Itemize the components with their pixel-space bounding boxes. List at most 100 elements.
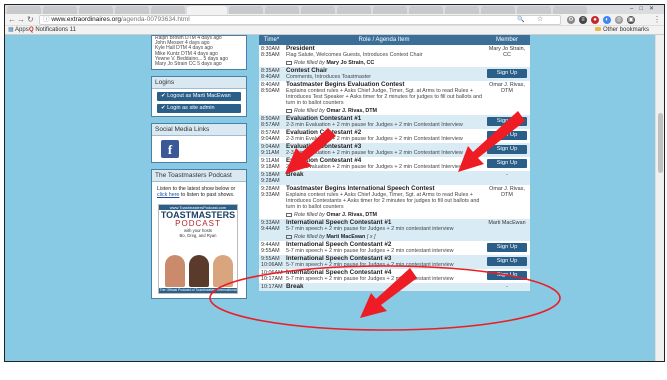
- browser-tab[interactable]: [481, 6, 515, 14]
- browser-tab[interactable]: [7, 6, 41, 14]
- member-cell: Sign Up: [484, 269, 530, 283]
- role-cell: International Speech Contestant #2 5-7 mi…: [284, 241, 484, 255]
- email-icon[interactable]: [286, 108, 292, 113]
- menu-icon[interactable]: ⋮: [653, 15, 661, 25]
- role-description: 2-3 min Evaluation + 2 min pause for Jud…: [286, 164, 463, 170]
- agenda-row: 9:11AM 9:18AM Evaluation Contestant #4 2-3 …: [259, 157, 530, 171]
- sign-up-button[interactable]: Sign Up: [487, 257, 527, 266]
- role-description: 5-7 min speech + 2 min pause for Judges …: [286, 248, 454, 254]
- member-cell: Sign Up: [484, 143, 530, 157]
- member-cell: Sign Up: [484, 115, 530, 129]
- sign-up-button[interactable]: Sign Up: [487, 159, 527, 168]
- scrollbar-thumb[interactable]: [658, 113, 663, 173]
- end-time: 9:44AM: [261, 226, 280, 232]
- role-cell: Toastmaster Begins Evaluation Contest Exp…: [284, 81, 484, 115]
- member-name: Omar J. Rivas, DTM: [489, 82, 525, 94]
- role-cell: Evaluation Contestant #1 2-3 min Evaluati…: [284, 115, 484, 129]
- extension-icon[interactable]: ⚙: [567, 16, 575, 24]
- agenda-table: Time* Role / Agenda Item Member 8:30AM 8:…: [259, 35, 530, 291]
- sign-up-button[interactable]: Sign Up: [487, 131, 527, 140]
- member-name: Marti MacEwan: [488, 220, 526, 226]
- member-cell: Sign Up: [484, 67, 530, 81]
- role-title: Break: [286, 283, 304, 290]
- sign-up-button[interactable]: Sign Up: [487, 243, 527, 252]
- facebook-icon[interactable]: f: [161, 140, 179, 159]
- agenda-row: 9:18AM 9:28AM Break -: [259, 171, 530, 185]
- agenda-row: 9:33AM 9:44AM International Speech Contest…: [259, 219, 530, 241]
- member-cell: Omar J. Rivas, DTM: [484, 81, 530, 115]
- url-field[interactable]: ⓘ www.extraordinaires.org/agenda-0079363…: [39, 15, 561, 25]
- browser-window: –□✕ ← → ↻ ⓘ www.extraordinaires.org/agen…: [4, 4, 665, 362]
- role-cell: International Speech Contestant #3 5-7 mi…: [284, 255, 484, 269]
- time-cell: 9:11AM 9:18AM: [259, 157, 284, 171]
- sign-up-button[interactable]: Sign Up: [487, 271, 527, 280]
- role-description: 5-7 min speech + 2 min pause for Judges …: [286, 276, 454, 282]
- browser-tab[interactable]: [409, 6, 443, 14]
- email-icon[interactable]: [286, 212, 292, 217]
- email-icon[interactable]: [286, 234, 292, 239]
- browser-tab-active[interactable]: [187, 6, 227, 14]
- col-time-header: Time*: [259, 35, 284, 45]
- end-time: 8:40AM: [261, 74, 280, 80]
- podcast-panel: The Toastmasters Podcast Listen to the l…: [151, 169, 247, 300]
- time-cell: 9:33AM 9:44AM: [259, 219, 284, 241]
- role-cell: Evaluation Contestant #3 2-3 min Evaluati…: [284, 143, 484, 157]
- browser-tab[interactable]: [115, 6, 149, 14]
- browser-tab[interactable]: [229, 6, 263, 14]
- other-bookmarks[interactable]: Other bookmarks: [595, 26, 649, 35]
- logins-heading: Logins: [152, 77, 246, 90]
- window-controls[interactable]: –□✕: [630, 5, 660, 12]
- sign-up-button[interactable]: Sign Up: [487, 69, 527, 78]
- time-cell: 9:28AM 9:33AM: [259, 185, 284, 219]
- browser-tab[interactable]: [553, 6, 587, 14]
- agenda-body: 8:30AM 8:35AM President Flag Salute, Welcom…: [259, 45, 530, 291]
- browser-tab[interactable]: [265, 6, 299, 14]
- reload-icon[interactable]: ↻: [27, 15, 34, 25]
- sign-up-button[interactable]: Sign Up: [487, 145, 527, 154]
- logout-button[interactable]: ✔ Logout as Marti MacEwan: [157, 92, 241, 102]
- zoom-icon[interactable]: 🔍: [517, 15, 524, 25]
- extension-icon[interactable]: ◐: [603, 16, 611, 24]
- member-name: Omar J. Rivas, DTM: [489, 186, 525, 198]
- extension-icon[interactable]: ◎: [615, 16, 623, 24]
- browser-tab[interactable]: [517, 6, 551, 14]
- member-cell: Sign Up: [484, 129, 530, 143]
- podcast-link[interactable]: click here: [157, 192, 179, 198]
- time-cell: 10:17AM: [259, 283, 284, 291]
- star-icon[interactable]: ☆: [537, 15, 543, 25]
- role-cell: Break: [284, 171, 484, 185]
- agenda-row: 8:35AM 8:40AM Contest Chair Comments, Intro…: [259, 67, 530, 81]
- podcast-banner[interactable]: www.ToastmastersPodcast.com TOASTMASTERS…: [158, 204, 238, 295]
- remove-role-link[interactable]: [ x ]: [367, 234, 376, 240]
- login-admin-button[interactable]: ✔ Login as site admin: [157, 104, 241, 114]
- extension-icon[interactable]: ▣: [627, 16, 635, 24]
- browser-tab[interactable]: [301, 6, 335, 14]
- host-photo: [213, 255, 233, 288]
- browser-tab[interactable]: [373, 6, 407, 14]
- extension-icon[interactable]: ●: [591, 16, 599, 24]
- time-cell: 8:30AM 8:35AM: [259, 45, 284, 67]
- member-cell: Sign Up: [484, 157, 530, 171]
- role-description: Comments, Introduces Toastmaster: [286, 74, 371, 80]
- email-icon[interactable]: [286, 60, 292, 65]
- browser-tab[interactable]: [337, 6, 371, 14]
- browser-tab[interactable]: [43, 6, 77, 14]
- logins-panel: Logins ✔ Logout as Marti MacEwan ✔ Login…: [151, 76, 247, 118]
- browser-tab[interactable]: [445, 6, 479, 14]
- vertical-scrollbar[interactable]: [655, 35, 664, 361]
- agenda-row: 8:40AM 8:50AM Toastmaster Begins Evaluatio…: [259, 81, 530, 115]
- browser-tab[interactable]: [79, 6, 113, 14]
- col-member-header: Member: [484, 35, 530, 45]
- agenda-row: 8:50AM 8:57AM Evaluation Contestant #1 2-3 …: [259, 115, 530, 129]
- member-cell: Omar J. Rivas, DTM: [484, 185, 530, 219]
- back-icon[interactable]: ←: [8, 15, 16, 25]
- browser-tab[interactable]: [151, 6, 185, 14]
- bookmark-apps[interactable]: ▦ Apps: [8, 26, 29, 35]
- forward-icon[interactable]: →: [17, 15, 25, 25]
- start-time: 10:17AM: [261, 284, 283, 290]
- member-cell: -: [484, 283, 530, 291]
- member-name: Mary Jo Strain, CC: [488, 46, 526, 58]
- bookmark-notifications[interactable]: Q Notifications 11: [29, 26, 76, 35]
- sign-up-button[interactable]: Sign Up: [487, 117, 527, 126]
- extension-icon[interactable]: ≡: [579, 16, 587, 24]
